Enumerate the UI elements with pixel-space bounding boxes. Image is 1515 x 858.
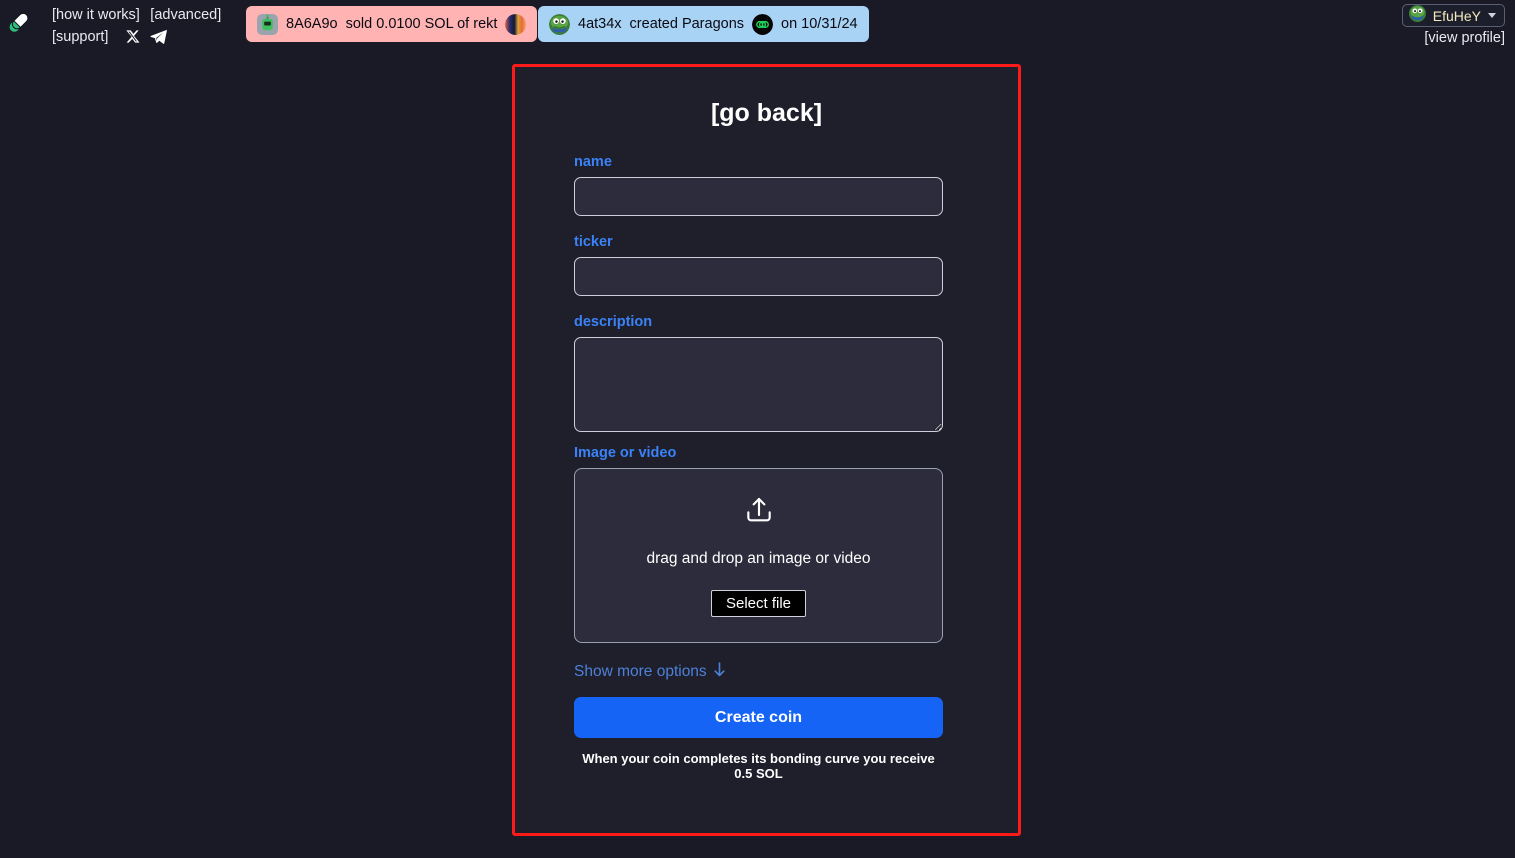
create-coin-form: name ticker description Image or video d… <box>515 154 1018 781</box>
banner-text: created Paragons <box>629 16 745 32</box>
view-profile-link[interactable]: [view profile] <box>1402 30 1505 46</box>
show-more-options-label: Show more options <box>574 663 707 680</box>
profile-area: EfuHeY [view profile] <box>1401 4 1505 46</box>
banner-user: 8A6A9o <box>286 16 338 32</box>
select-file-button[interactable]: Select file <box>710 589 807 617</box>
pill-capsule-icon <box>7 8 33 39</box>
nav-advanced[interactable]: [advanced] <box>150 7 221 23</box>
chevron-down-icon <box>1488 13 1496 18</box>
bonding-curve-note: When your coin completes its bonding cur… <box>582 751 935 781</box>
activity-banner-sold[interactable]: 8A6A9o sold 0.0100 SOL of rekt <box>246 6 538 42</box>
banner-user: 4at34x <box>578 16 622 32</box>
site-logo[interactable] <box>4 7 36 39</box>
media-label: Image or video <box>574 445 677 461</box>
file-dropzone[interactable]: drag and drop an image or video Select f… <box>574 468 943 643</box>
description-label: description <box>574 314 653 330</box>
description-textarea[interactable] <box>574 337 943 432</box>
upload-icon <box>743 495 775 532</box>
arrow-down-icon <box>713 662 726 682</box>
activity-banner-created[interactable]: 4at34x created Paragons on 10/31/24 <box>538 6 869 42</box>
nav-support[interactable]: [support] <box>52 29 108 45</box>
top-navigation-bar: [how it works] [advanced] [support] 8A6A… <box>0 0 1515 48</box>
nav-row-1: [how it works] [advanced] <box>52 4 242 26</box>
profile-username: EfuHeY <box>1432 7 1481 24</box>
name-input[interactable] <box>574 177 943 216</box>
telegram-icon[interactable] <box>150 29 168 50</box>
coin-thumbnail-icon <box>505 13 527 35</box>
dropzone-text: drag and drop an image or video <box>646 549 871 567</box>
show-more-options-link[interactable]: Show more options <box>574 662 726 682</box>
nav-row-2: [support] <box>52 26 242 50</box>
banner-date: on 10/31/24 <box>781 16 858 32</box>
pepe-avatar-icon <box>549 13 570 35</box>
nav-links: [how it works] [advanced] [support] <box>52 4 242 50</box>
profile-dropdown-button[interactable]: EfuHeY <box>1401 4 1505 27</box>
nav-how-it-works[interactable]: [how it works] <box>52 7 140 23</box>
pepe-avatar-icon <box>1408 4 1426 27</box>
x-twitter-icon[interactable] <box>125 29 140 50</box>
name-label: name <box>574 154 612 170</box>
coin-thumbnail-icon <box>752 13 774 35</box>
ticker-label: ticker <box>574 234 613 250</box>
go-back-link[interactable]: [go back] <box>515 99 1018 128</box>
robot-avatar-icon <box>257 13 278 35</box>
ticker-input[interactable] <box>574 257 943 296</box>
banner-text: sold 0.0100 SOL of rekt <box>345 16 498 32</box>
create-coin-card: [go back] name ticker description Image … <box>512 64 1021 836</box>
create-coin-button[interactable]: Create coin <box>574 697 943 738</box>
